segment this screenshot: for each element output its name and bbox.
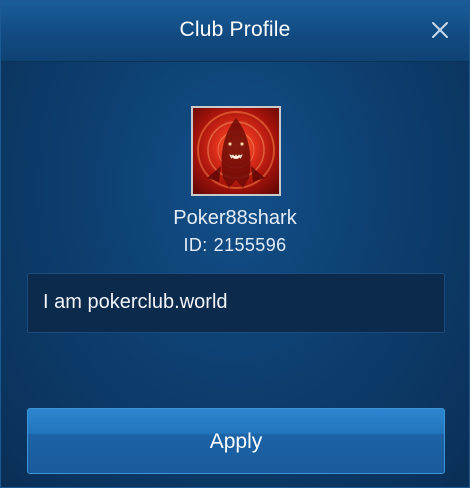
- username: Poker88shark: [173, 207, 297, 229]
- dialog-header: Club Profile: [1, 1, 469, 62]
- dialog-title: Club Profile: [179, 18, 291, 41]
- avatar: [191, 106, 281, 196]
- bio-text: I am pokerclub.world: [43, 291, 228, 313]
- close-icon[interactable]: [429, 19, 451, 41]
- club-profile-dialog: Club Profile Poker88shark ID: 2155596 I a…: [0, 0, 470, 488]
- user-id-value: 2155596: [213, 235, 287, 255]
- bio-field[interactable]: I am pokerclub.world: [27, 273, 445, 333]
- apply-button-label: Apply: [209, 430, 263, 453]
- user-id-label: ID:: [183, 235, 208, 255]
- shark-avatar-icon: [197, 111, 275, 189]
- apply-button[interactable]: Apply: [27, 408, 445, 474]
- user-id: ID: 2155596: [1, 235, 469, 256]
